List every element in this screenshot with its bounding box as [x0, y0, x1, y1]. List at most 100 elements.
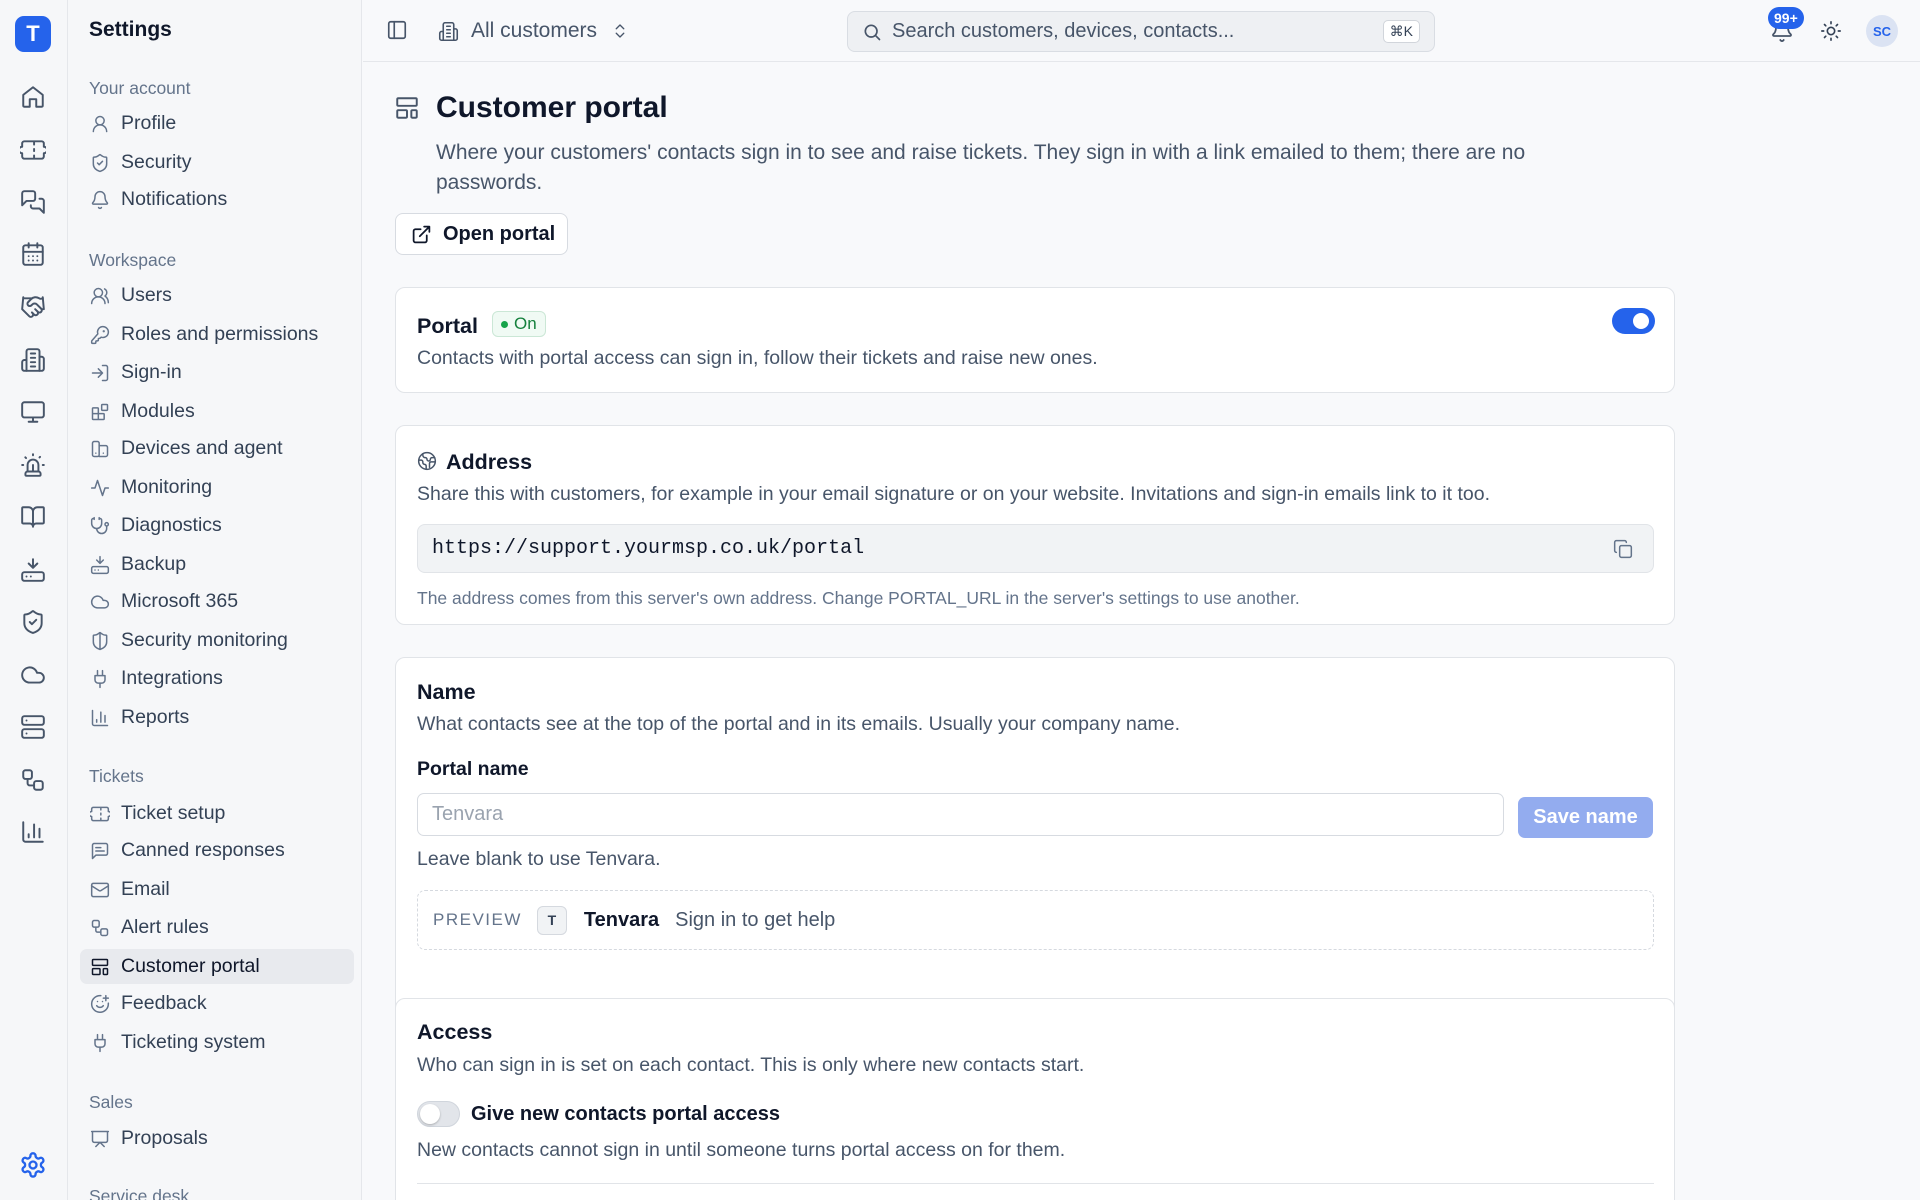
- nav-item-ticket-setup[interactable]: Ticket setup: [80, 796, 354, 831]
- section-service-desk: Service desk: [89, 1186, 190, 1200]
- nav-item-label: Roles and permissions: [121, 323, 319, 345]
- settings-title: Settings: [89, 18, 172, 41]
- gear-icon[interactable]: [19, 1151, 47, 1179]
- nav-item-label: Proposals: [121, 1127, 208, 1149]
- nav-item-diagnostics[interactable]: Diagnostics: [80, 508, 354, 543]
- nav-item-feedback[interactable]: Feedback: [80, 986, 354, 1021]
- nav-item-label: Users: [121, 284, 172, 306]
- user-avatar[interactable]: SC: [1866, 15, 1898, 47]
- nav-item-label: Monitoring: [121, 476, 213, 498]
- nav-item-integrations[interactable]: Integrations: [80, 661, 354, 696]
- nav-item-security-monitoring[interactable]: Security monitoring: [80, 623, 354, 658]
- preview-subtitle: Sign in to get help: [675, 908, 836, 931]
- status-dot: [501, 320, 508, 328]
- nav-item-monitoring[interactable]: Monitoring: [80, 470, 354, 505]
- portal-url-field[interactable]: https://support.yourmsp.co.uk/portal: [417, 524, 1654, 573]
- nav-item-alert-rules[interactable]: Alert rules: [80, 910, 354, 945]
- nav-item-proposals[interactable]: Proposals: [80, 1121, 354, 1156]
- section-sales: Sales: [89, 1092, 133, 1112]
- nav-item-users[interactable]: Users: [80, 278, 354, 313]
- portal-card-title: Portal: [417, 314, 478, 338]
- cloud-icon[interactable]: [20, 662, 46, 688]
- name-card-title: Name: [417, 680, 476, 704]
- shield-check-icon: [92, 153, 108, 172]
- nav-item-label: Diagnostics: [121, 514, 222, 536]
- sidebar-toggle-icon[interactable]: [386, 19, 408, 41]
- section-your-account: Your account: [89, 78, 191, 98]
- nav-item-notifications[interactable]: Notifications: [80, 182, 354, 217]
- customer-selector-label: All customers: [471, 19, 598, 42]
- key-icon: [90, 325, 110, 344]
- globe-icon: [417, 451, 437, 471]
- nav-item-profile[interactable]: Profile: [80, 106, 354, 141]
- nav-item-label: Notifications: [121, 188, 228, 210]
- calendar-icon[interactable]: [20, 241, 46, 267]
- chevrons-up-down-icon: [615, 24, 625, 38]
- access-card-title: Access: [417, 1020, 493, 1044]
- access-card-description: Who can sign in is set on each contact. …: [417, 1054, 1085, 1076]
- address-card: Address Share this with customers, for e…: [395, 425, 1675, 625]
- section-tickets: Tickets: [89, 766, 144, 786]
- server-icon[interactable]: [20, 714, 46, 740]
- page-description: Where your customers' contacts sign in t…: [436, 141, 1526, 194]
- user-icon: [92, 115, 108, 132]
- nav-item-label: Security: [121, 151, 192, 173]
- global-search[interactable]: ⌘K: [847, 11, 1435, 52]
- nav-item-security[interactable]: Security: [80, 145, 354, 180]
- section-workspace: Workspace: [89, 250, 177, 270]
- layout-template-icon: [91, 958, 109, 975]
- copy-icon[interactable]: [1613, 539, 1633, 559]
- nav-item-label: Backup: [121, 553, 187, 575]
- customer-selector[interactable]: All customers: [438, 14, 629, 48]
- shield-icon[interactable]: [20, 609, 46, 635]
- devices-icon: [91, 440, 109, 457]
- nav-item-label: Profile: [121, 112, 177, 134]
- ticket-icon: [90, 806, 110, 821]
- app-logo[interactable]: T: [15, 16, 51, 52]
- nav-item-roles[interactable]: Roles and permissions: [80, 317, 354, 352]
- messages-icon[interactable]: [20, 189, 46, 215]
- nav-item-sign-in[interactable]: Sign-in: [80, 355, 354, 390]
- bar-chart-icon[interactable]: [20, 819, 46, 845]
- layout-template-icon: [394, 95, 420, 121]
- workflow-icon[interactable]: [20, 767, 46, 793]
- portal-name-input[interactable]: [417, 793, 1504, 836]
- download-icon[interactable]: [20, 557, 46, 583]
- nav-item-backup[interactable]: Backup: [80, 547, 354, 582]
- nav-item-label: Ticket setup: [121, 802, 226, 824]
- search-input[interactable]: [892, 20, 1372, 43]
- nav-item-email[interactable]: Email: [80, 872, 354, 907]
- nav-item-reports[interactable]: Reports: [80, 700, 354, 735]
- nav-item-microsoft-365[interactable]: Microsoft 365: [80, 584, 354, 619]
- workflow-icon: [91, 919, 109, 936]
- nav-item-label: Integrations: [121, 667, 223, 689]
- nav-item-ticketing-system[interactable]: Ticketing system: [80, 1025, 354, 1060]
- siren-icon[interactable]: [20, 452, 46, 478]
- book-icon[interactable]: [20, 504, 46, 530]
- nav-item-customer-portal[interactable]: Customer portal: [80, 949, 354, 984]
- hard-drive-download-icon: [90, 555, 110, 574]
- handshake-icon[interactable]: [20, 294, 46, 320]
- log-in-icon: [91, 364, 109, 381]
- shield-half-icon: [92, 631, 108, 650]
- bell-icon: [91, 190, 109, 209]
- address-card-title: Address: [446, 450, 533, 474]
- portal-card-description: Contacts with portal access can sign in,…: [417, 347, 1098, 369]
- building-icon: [438, 21, 459, 41]
- portal-enabled-toggle[interactable]: [1612, 308, 1655, 334]
- ticket-icon[interactable]: [20, 137, 46, 163]
- nav-item-modules[interactable]: Modules: [80, 394, 354, 429]
- save-name-button[interactable]: Save name: [1518, 797, 1653, 838]
- nav-item-label: Sign-in: [121, 361, 182, 383]
- monitor-icon[interactable]: [20, 399, 46, 425]
- nav-item-label: Alert rules: [121, 916, 209, 938]
- new-contacts-access-toggle[interactable]: [417, 1101, 460, 1127]
- home-icon[interactable]: [20, 84, 46, 110]
- new-contacts-access-help: New contacts cannot sign in until someon…: [417, 1139, 1066, 1161]
- theme-toggle-sun-icon[interactable]: [1820, 20, 1842, 42]
- nav-item-devices[interactable]: Devices and agent: [80, 431, 354, 466]
- nav-item-canned-responses[interactable]: Canned responses: [80, 833, 354, 868]
- open-portal-button[interactable]: Open portal: [395, 213, 568, 255]
- nav-item-label: Canned responses: [121, 839, 285, 861]
- building-icon[interactable]: [20, 347, 46, 373]
